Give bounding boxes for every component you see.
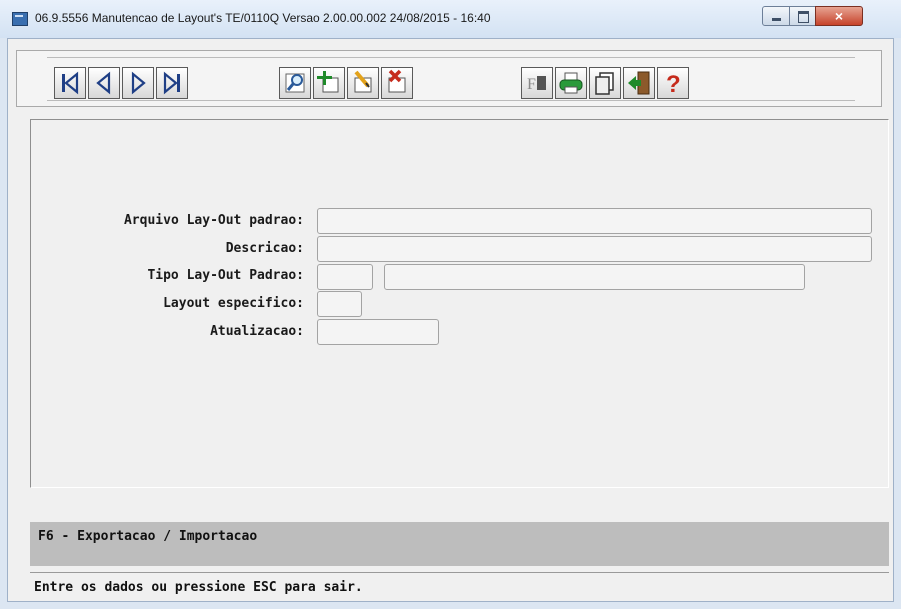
printer-icon <box>559 72 583 94</box>
tipo-description-field[interactable] <box>384 264 805 290</box>
next-record-button[interactable] <box>122 67 154 99</box>
last-record-icon <box>163 71 180 95</box>
help-icon: ? <box>666 71 681 98</box>
filter-icon: F <box>527 76 546 93</box>
next-record-icon <box>131 71 146 95</box>
f6-export-import-hint[interactable]: F6 - Exportacao / Importacao <box>38 529 257 544</box>
add-icon <box>317 71 339 93</box>
svg-text:?: ? <box>666 71 681 98</box>
maximize-button[interactable] <box>789 6 816 26</box>
delete-icon <box>388 69 406 93</box>
copy-button[interactable] <box>589 67 621 99</box>
descricao-label: Descricao: <box>225 241 304 256</box>
first-record-icon <box>62 71 79 95</box>
help-button[interactable]: ? <box>657 67 689 99</box>
magnifier-icon <box>285 73 305 93</box>
add-button[interactable] <box>313 67 345 99</box>
previous-record-button[interactable] <box>88 67 120 99</box>
last-record-button[interactable] <box>156 67 188 99</box>
first-record-button[interactable] <box>54 67 86 99</box>
status-bar: Entre os dados ou pressione ESC para sai… <box>30 572 889 601</box>
exit-door-icon <box>628 71 650 95</box>
delete-button[interactable] <box>381 67 413 99</box>
close-button[interactable]: × <box>815 6 863 26</box>
status-message: Entre os dados ou pressione ESC para sai… <box>34 580 363 595</box>
especifico-label: Layout especifico: <box>163 296 304 311</box>
function-key-bar: F6 - Exportacao / Importacao <box>30 522 889 566</box>
window-title: 06.9.5556 Manutencao de Layout's TE/0110… <box>35 11 491 25</box>
title-bar: 06.9.5556 Manutencao de Layout's TE/0110… <box>0 0 901 38</box>
modify-button[interactable] <box>347 67 379 99</box>
filter-button[interactable]: F <box>521 67 553 99</box>
arquivo-label: Arquivo Lay-Out padrao: <box>123 213 304 228</box>
edit-icon <box>354 70 372 93</box>
especifico-field[interactable] <box>317 291 362 317</box>
svg-text:F: F <box>527 76 536 93</box>
tipo-label: Tipo Lay-Out Padrao: <box>147 268 304 283</box>
search-button[interactable] <box>279 67 311 99</box>
atualizacao-field[interactable] <box>317 319 439 345</box>
arquivo-field[interactable] <box>317 208 872 234</box>
descricao-field[interactable] <box>317 236 872 262</box>
exit-button[interactable] <box>623 67 655 99</box>
tipo-code-field[interactable] <box>317 264 373 290</box>
app-icon <box>12 12 28 26</box>
previous-record-icon <box>96 71 111 95</box>
atualizacao-label: Atualizacao: <box>210 324 304 339</box>
form-panel <box>30 119 889 488</box>
copy-icon <box>595 72 614 95</box>
close-icon: × <box>834 8 844 24</box>
print-button[interactable] <box>555 67 587 99</box>
minimize-button[interactable] <box>762 6 790 26</box>
